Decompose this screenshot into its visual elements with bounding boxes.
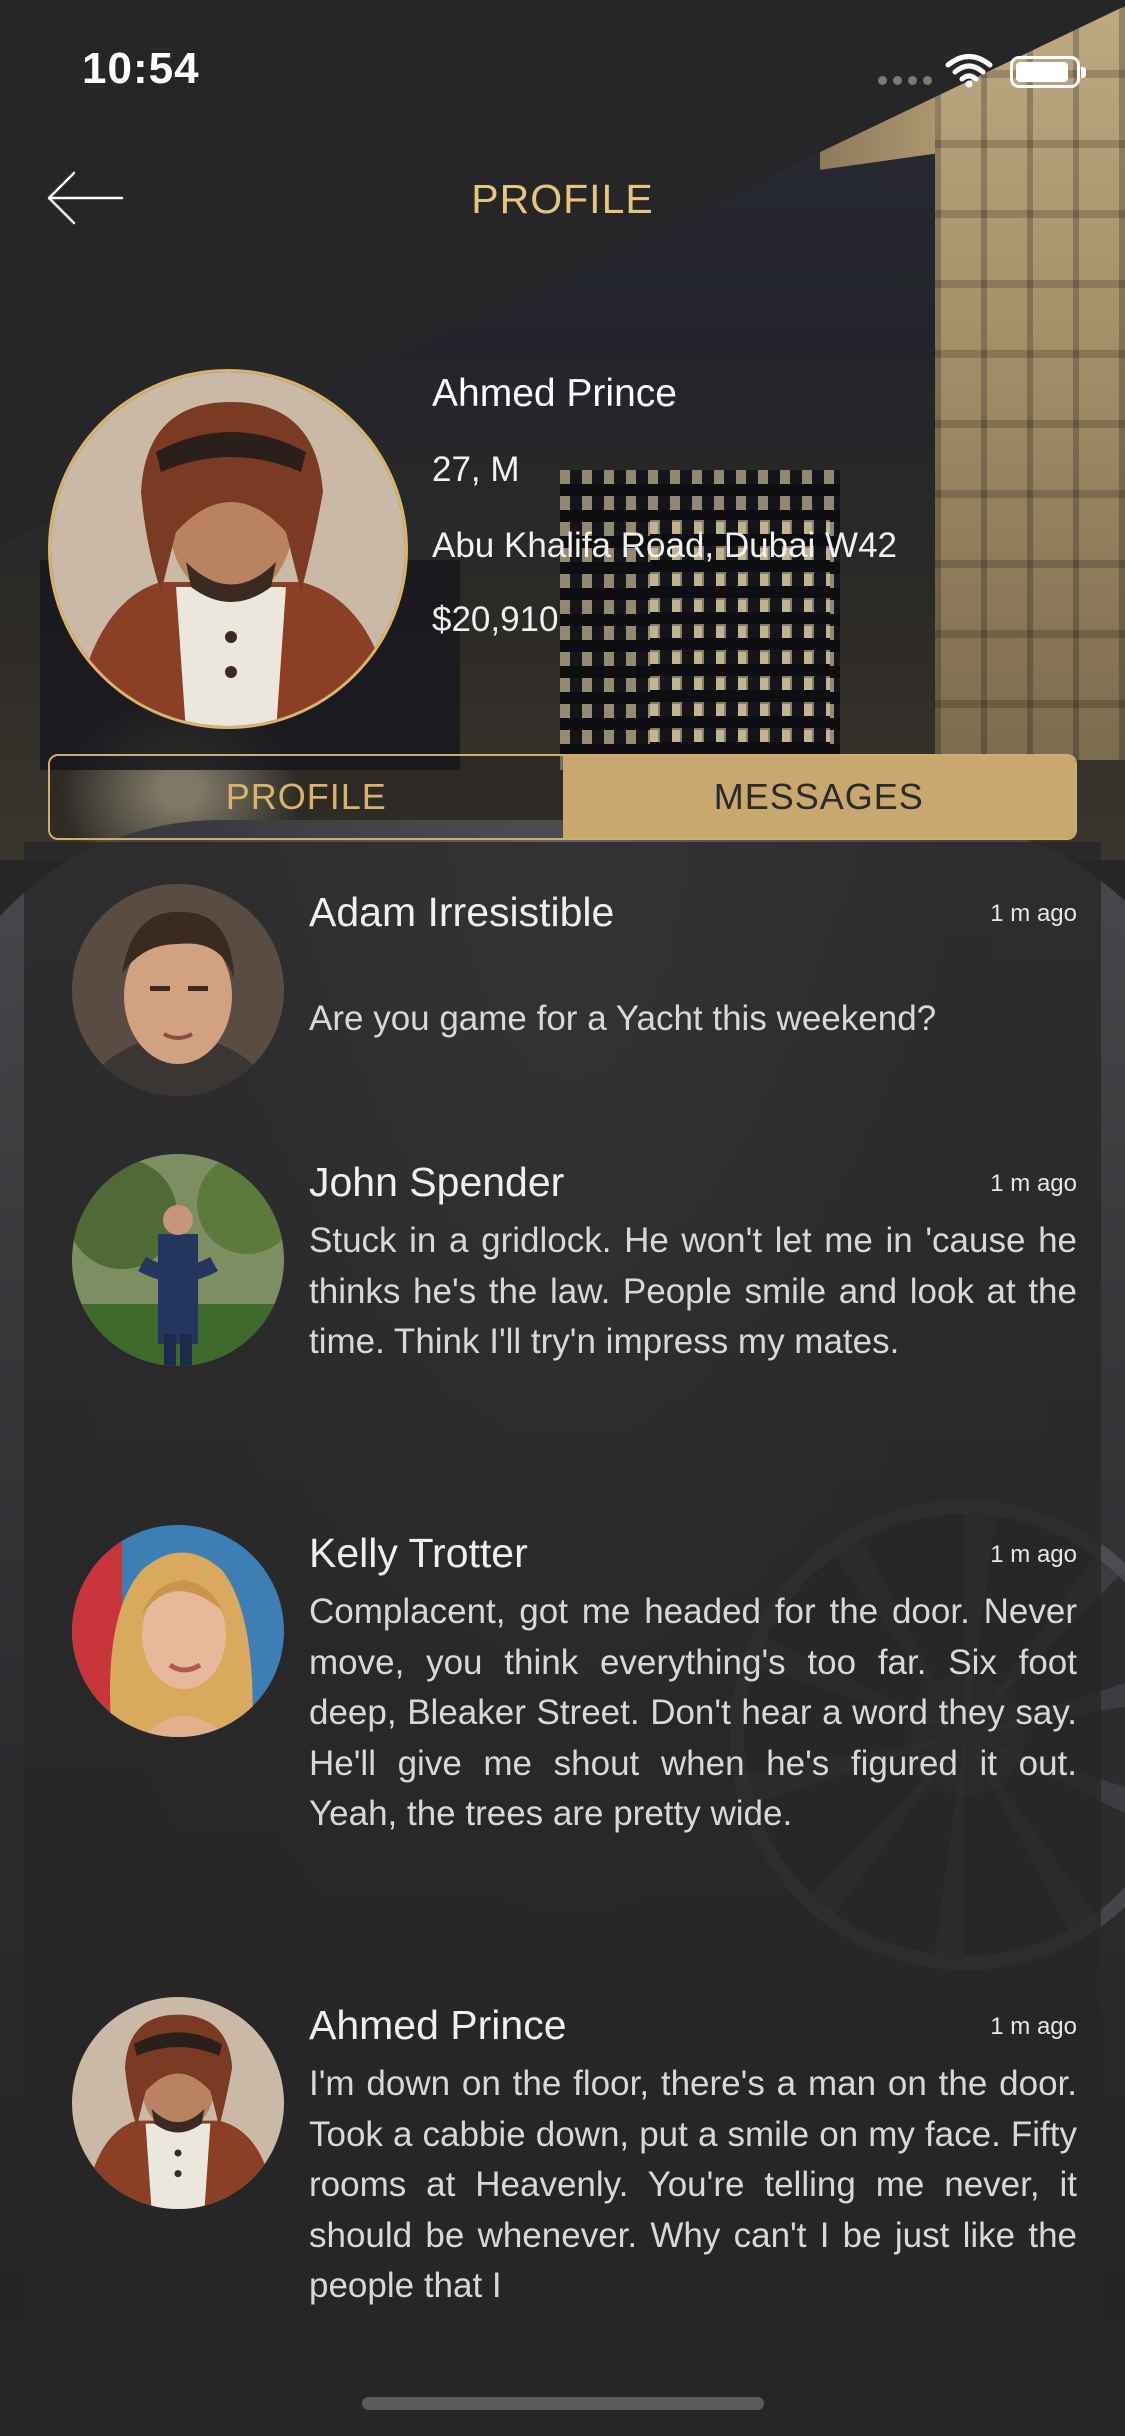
profile-avatar xyxy=(48,369,408,729)
avatar-portrait xyxy=(51,372,405,726)
message-time: 1 m ago xyxy=(990,900,1077,927)
bridge-tower xyxy=(935,0,1125,760)
status-time: 10:54 xyxy=(82,44,200,93)
wifi-icon xyxy=(945,54,993,88)
sender-avatar xyxy=(72,1997,284,2209)
profile-address: Abu Khalifa Road, Dubai W42 xyxy=(432,526,897,565)
segmented-tabs: PROFILE MESSAGES xyxy=(48,754,1077,840)
cellular-signal-icon xyxy=(878,76,932,85)
profile-age-gender: 27, M xyxy=(432,450,520,489)
tab-messages[interactable]: MESSAGES xyxy=(562,756,1075,838)
message-text: Complacent, got me headed for the door. … xyxy=(309,1592,1077,1833)
message-time: 1 m ago xyxy=(990,1541,1077,1568)
sender-avatar xyxy=(72,1525,284,1737)
bottom-bar xyxy=(0,2336,1125,2436)
battery-icon xyxy=(1010,56,1086,88)
tab-profile[interactable]: PROFILE xyxy=(50,756,563,838)
messages-list: Adam Irresistible 1 m ago Are you game f… xyxy=(24,842,1101,2336)
home-indicator[interactable] xyxy=(362,2397,764,2410)
profile-name: Ahmed Prince xyxy=(432,372,677,415)
sender-name: John Spender xyxy=(309,1159,565,1205)
page-title: PROFILE xyxy=(471,176,654,222)
profile-amount: $20,910 xyxy=(432,600,559,639)
sender-avatar xyxy=(72,1154,284,1366)
sender-name: Adam Irresistible xyxy=(309,889,615,935)
message-time: 1 m ago xyxy=(990,2013,1077,2040)
message-time: 1 m ago xyxy=(990,1170,1077,1197)
sender-name: Kelly Trotter xyxy=(309,1530,528,1576)
sender-avatar xyxy=(72,884,284,1096)
sender-name: Ahmed Prince xyxy=(309,2002,567,2048)
message-text: Are you game for a Yacht this weekend? xyxy=(309,999,937,1038)
message-text: Stuck in a gridlock. He won't let me in … xyxy=(309,1221,1077,1361)
message-text: I'm down on the floor, there's a man on … xyxy=(309,2064,1077,2305)
